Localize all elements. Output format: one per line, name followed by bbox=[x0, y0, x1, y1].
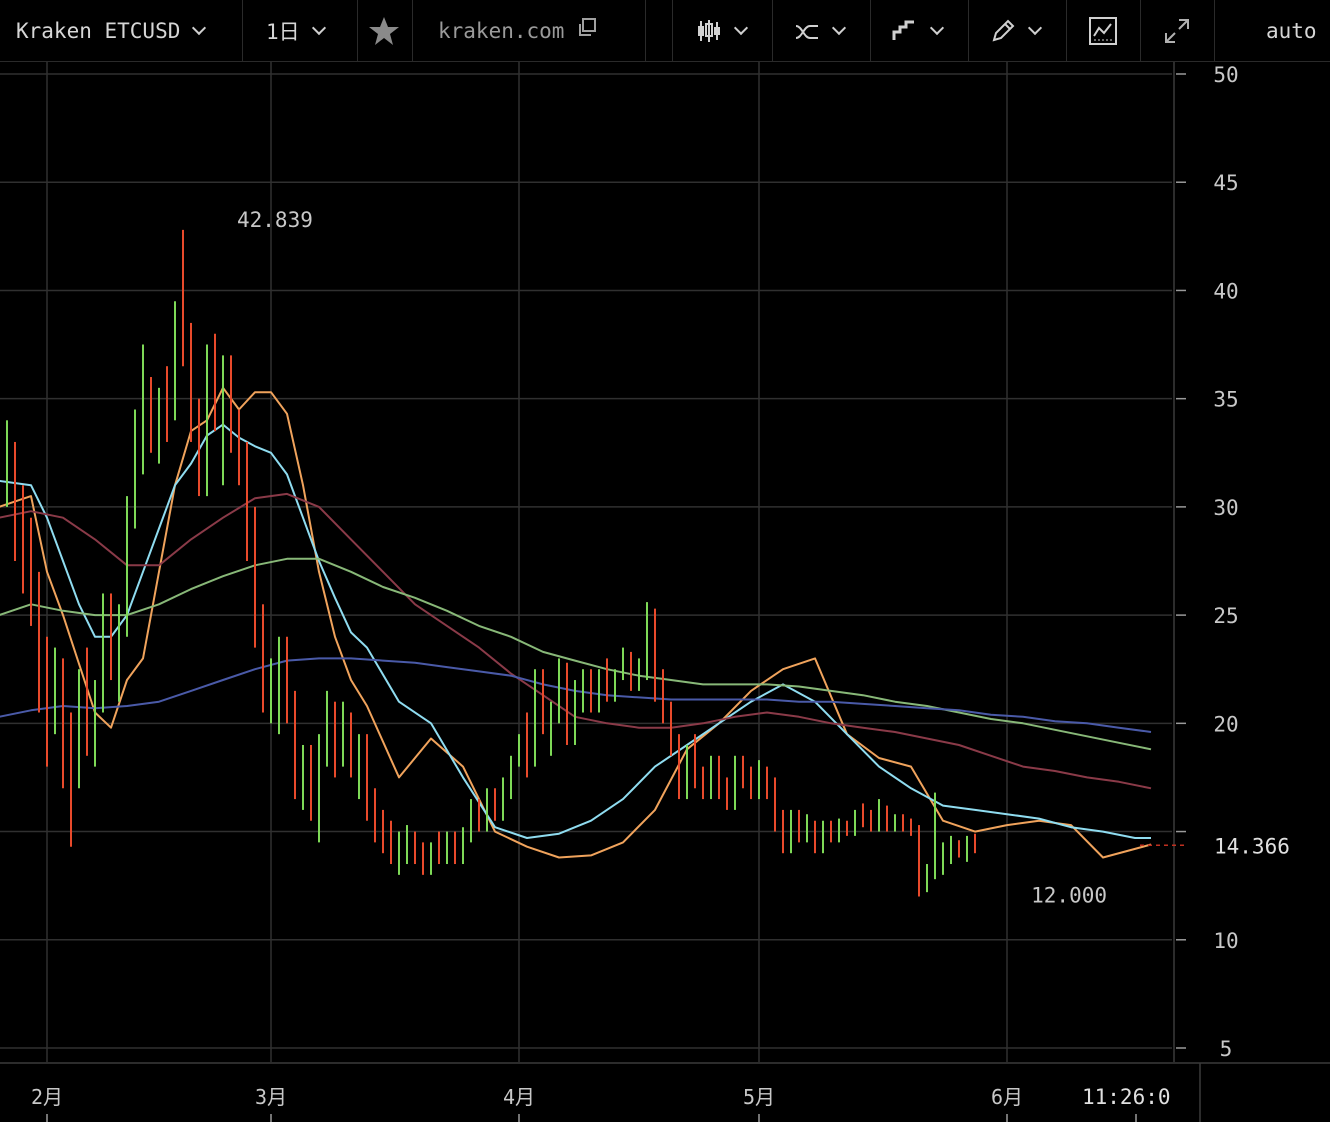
x-tick-label: 3月 bbox=[255, 1085, 287, 1109]
chart-type-button[interactable] bbox=[696, 0, 772, 62]
chevron-down-icon bbox=[1027, 20, 1043, 36]
interval-selector[interactable]: 1日 bbox=[266, 0, 356, 62]
low-price-label: 12.000 bbox=[1031, 883, 1107, 907]
y-tick-label: 10 bbox=[1213, 929, 1238, 953]
interval-label: 1日 bbox=[266, 20, 300, 44]
source-label: kraken.com bbox=[438, 19, 565, 43]
chart-settings-icon bbox=[1089, 17, 1117, 45]
time-label: 11:26:0 bbox=[1082, 1085, 1171, 1109]
indicators-icon bbox=[795, 25, 818, 39]
y-tick-label: 25 bbox=[1213, 604, 1238, 628]
source-link[interactable]: kraken.com bbox=[438, 0, 638, 62]
y-tick-label: 20 bbox=[1213, 712, 1238, 736]
last-price-label: 14.366 bbox=[1214, 834, 1290, 858]
price-chart[interactable]: 5 10 20 25 30 35 40 45 50 2月 3月 4月 5月 6月 14.366 42.839… bbox=[0, 62, 1330, 1122]
chevron-down-icon bbox=[831, 20, 847, 36]
high-price-label: 42.839 bbox=[237, 208, 313, 232]
symbol-label: Kraken ETCUSD bbox=[16, 19, 181, 43]
chevron-down-icon bbox=[311, 20, 326, 36]
chevron-down-icon bbox=[733, 20, 749, 36]
moving-average-line-1 bbox=[0, 386, 1152, 859]
x-tick-label: 4月 bbox=[503, 1085, 535, 1109]
external-link-icon bbox=[579, 18, 597, 36]
auto-label: auto bbox=[1266, 19, 1317, 43]
moving-average-line-2 bbox=[0, 423, 1151, 839]
x-tick-label: 5月 bbox=[743, 1085, 775, 1109]
chart-labels: 14.366 42.839 12.000 11:26:0 bbox=[237, 208, 1290, 1109]
indicators-button[interactable] bbox=[794, 0, 870, 62]
y-tick-label: 45 bbox=[1213, 171, 1238, 195]
favorite-button[interactable] bbox=[368, 0, 400, 62]
auto-scale-toggle[interactable]: auto bbox=[1266, 0, 1326, 62]
step-line-icon bbox=[892, 20, 914, 40]
chart-settings-button[interactable] bbox=[1088, 0, 1122, 62]
star-icon bbox=[369, 17, 399, 45]
y-tick-label: 35 bbox=[1213, 388, 1238, 412]
y-tick-label: 30 bbox=[1213, 496, 1238, 520]
fullscreen-icon bbox=[1165, 19, 1189, 43]
chevron-down-icon bbox=[929, 20, 945, 36]
chevron-down-icon bbox=[192, 20, 207, 36]
drawing-tools-button[interactable] bbox=[990, 0, 1066, 62]
axes: 5 10 20 25 30 35 40 45 50 2月 3月 4月 5月 6月 bbox=[0, 62, 1330, 1122]
grid bbox=[0, 62, 1172, 1062]
pencil-icon bbox=[992, 19, 1015, 42]
y-tick-label: 40 bbox=[1213, 279, 1238, 303]
candles-icon bbox=[698, 20, 720, 42]
y-tick-label: 50 bbox=[1213, 63, 1238, 87]
moving-average-lines bbox=[0, 386, 1152, 859]
x-tick-label: 2月 bbox=[31, 1085, 63, 1109]
x-tick-label: 6月 bbox=[991, 1085, 1023, 1109]
line-style-button[interactable] bbox=[892, 0, 968, 62]
y-tick-label: 5 bbox=[1220, 1037, 1233, 1061]
symbol-selector[interactable]: Kraken ETCUSD bbox=[16, 0, 241, 62]
fullscreen-button[interactable] bbox=[1162, 0, 1196, 62]
toolbar: Kraken ETCUSD 1日 kraken.com auto bbox=[0, 0, 1330, 62]
